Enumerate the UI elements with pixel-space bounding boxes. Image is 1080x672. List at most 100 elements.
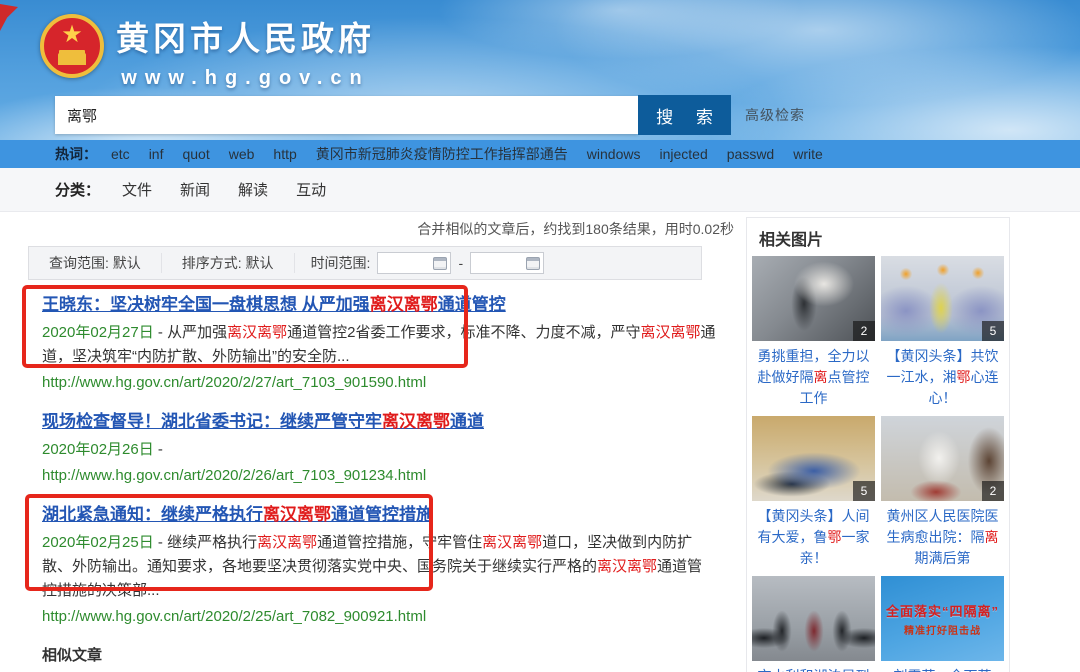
results-list: 王晓东：坚决树牢全国一盘棋思想 从严加强离汉离鄂通道管控2020年02月27日 … [28,292,736,672]
search-result: 现场检查督导！湖北省委书记：继续严管守牢离汉离鄂通道2020年02月26日 -h… [42,409,736,487]
category-link[interactable]: 新闻 [180,182,210,199]
hotword-link[interactable]: 黄冈市新冠肺炎疫情防控工作指挥部通告 [316,146,568,162]
text-segment: 湖北紧急通知：继续严格执行 [42,505,263,524]
image-count-badge: 2 [853,321,875,341]
image-count-badge: 5 [853,481,875,501]
advanced-search-link[interactable]: 高级检索 [745,105,805,125]
hotwords-bar: 热词： etcinfquotwebhttp黄冈市新冠肺炎疫情防控工作指挥部通告w… [0,140,1080,168]
text-segment: 通道管控措施 [331,505,433,524]
filter-time-range: 时间范围: - [295,252,561,274]
related-image-thumb[interactable]: 2 [752,256,875,341]
result-date: 2020年02月27日 [42,324,154,341]
national-emblem-icon [40,14,104,78]
category-links: 文件 新闻 解读 互动 [122,179,354,200]
related-images-panel: 相关图片 2勇挑重担，全力以赴做好隔离点管控工作5【黄冈头条】共饮一江水，湘鄂心… [746,217,1010,672]
hotword-link[interactable]: passwd [727,146,774,162]
highlighted-keyword: 离汉离鄂 [370,295,438,314]
search-input[interactable] [55,96,638,134]
results-column: 合并相似的文章后，约找到180条结果，用时0.02秒 查询范围: 默认 排序方式… [28,212,736,672]
text-segment: - 继续严格执行 [154,534,257,551]
filter-sort[interactable]: 排序方式: 默认 [162,253,295,273]
results-summary: 合并相似的文章后，约找到180条结果，用时0.02秒 [28,217,736,241]
highlighted-keyword: 离汉离鄂 [640,324,700,341]
image-count-badge: 2 [982,481,1004,501]
text-segment: 王晓东：坚决树牢全国一盘棋思想 从严加强 [42,295,370,314]
result-snippet: 2020年02月27日 - 从严加强离汉离鄂通道管控2省委工作要求，标准不降、力… [42,321,717,369]
filter-bar: 查询范围: 默认 排序方式: 默认 时间范围: - [28,246,702,280]
highlighted-keyword: 离汉离鄂 [263,505,331,524]
highlighted-keyword: 鄂 [828,529,842,545]
related-image-thumb[interactable]: 全面落实“四隔离” 精准打好阻击战 [881,576,1004,661]
thumb-banner-text: 全面落实“四隔离” [886,601,999,620]
result-date: 2020年02月25日 [42,534,154,551]
range-separator: - [458,255,463,271]
header-banner: 黄冈市人民政府 www.hg.gov.cn 搜 索 高级检索 热词： etcin… [0,0,1080,168]
category-link[interactable]: 互动 [296,182,326,199]
related-image-thumb[interactable] [752,576,875,661]
date-to-input[interactable] [470,252,544,274]
highlighted-keyword: 离汉离鄂 [382,412,450,431]
result-title-link[interactable]: 现场检查督导！湖北省委书记：继续严管守牢离汉离鄂通道 [42,409,702,434]
highlighted-keyword: 离汉离鄂 [257,534,317,551]
text-segment: - [154,441,163,458]
calendar-icon[interactable] [526,257,540,270]
related-image-caption[interactable]: 勇挑重担，全力以赴做好隔离点管控工作 [752,346,875,409]
related-image-item: 5【黄冈头条】共饮一江水，湘鄂心连心！ [881,256,1004,416]
related-image-caption[interactable]: 黄州区人民医院医生病愈出院：隔离期满后第 [881,506,1004,569]
result-title-link[interactable]: 王晓东：坚决树牢全国一盘棋思想 从严加强离汉离鄂通道管控 [42,292,702,317]
hotword-link[interactable]: write [793,146,823,162]
highlighted-keyword: 鄂 [957,369,971,385]
text-segment: 刘雪荣：全面落实“四隔 [882,668,992,672]
related-images-grid: 2勇挑重担，全力以赴做好隔离点管控工作5【黄冈头条】共饮一江水，湘鄂心连心！5【… [747,256,1009,672]
related-image-caption[interactable]: 刘雪荣：全面落实“四隔离”，精准打好阻 [881,666,1004,672]
site-title: 黄冈市人民政府 [116,12,375,60]
related-image-caption[interactable]: 【黄冈头条】共饮一江水，湘鄂心连心！ [881,346,1004,409]
text-segment: 通道管控措施，守牢管住 [317,534,482,551]
hotword-link[interactable]: quot [182,146,209,162]
search-button[interactable]: 搜 索 [638,95,731,135]
thumb-banner-subtext: 精准打好阻击战 [904,622,981,637]
site-url: www.hg.gov.cn [116,67,375,90]
brand-text: 黄冈市人民政府 www.hg.gov.cn [116,8,375,90]
text-segment: 通道管控2省委工作要求，标准不降、力度不减，严守 [287,324,640,341]
related-image-item: 市水利和湖泊局到集中隔离点检查疫情防控工 [752,576,875,672]
highlighted-keyword: 离汉离鄂 [597,558,657,575]
category-link[interactable]: 文件 [122,182,152,199]
highlighted-keyword: 离汉离鄂 [482,534,542,551]
related-image-item: 全面落实“四隔离” 精准打好阻击战刘雪荣：全面落实“四隔离”，精准打好阻 [881,576,1004,672]
related-image-caption[interactable]: 市水利和湖泊局到集中隔离点检查疫情防控工 [752,666,875,672]
hotword-link[interactable]: http [273,146,296,162]
search-bar: 搜 索 高级检索 [55,95,805,135]
related-image-thumb[interactable]: 2 [881,416,1004,501]
related-image-item: 2 勇挑重担，全力以赴做好隔离点管控工作 [752,256,875,416]
text-segment: 通道管控 [438,295,506,314]
hotword-link[interactable]: web [229,146,255,162]
result-url: http://www.hg.gov.cn/art/2020/2/25/art_7… [42,606,736,628]
date-from-input[interactable] [377,252,451,274]
search-result: 湖北紧急通知：继续严格执行离汉离鄂通道管控措施2020年02月25日 - 继续严… [42,502,736,628]
result-date: 2020年02月26日 [42,441,154,458]
calendar-icon[interactable] [433,257,447,270]
highlighted-keyword: 离 [985,529,999,545]
search-result: 王晓东：坚决树牢全国一盘棋思想 从严加强离汉离鄂通道管控2020年02月27日 … [42,292,736,394]
result-snippet: 2020年02月26日 - [42,438,717,462]
highlighted-keyword: 离汉离鄂 [227,324,287,341]
related-images-title: 相关图片 [747,218,1009,256]
text-segment: 现场检查督导！湖北省委书记：继续严管守牢 [42,412,382,431]
result-title-link[interactable]: 湖北紧急通知：继续严格执行离汉离鄂通道管控措施 [42,502,702,527]
category-link[interactable]: 解读 [238,182,268,199]
site-brand: 黄冈市人民政府 www.hg.gov.cn [40,8,375,90]
related-image-caption[interactable]: 【黄冈头条】人间有大爱，鲁鄂一家亲！ [752,506,875,569]
related-image-thumb[interactable]: 5 [752,416,875,501]
hotword-link[interactable]: etc [111,146,130,162]
hotword-link[interactable]: windows [587,146,641,162]
hotword-link[interactable]: inf [149,146,164,162]
text-segment: 通道 [450,412,484,431]
filter-scope[interactable]: 查询范围: 默认 [29,253,162,273]
highlighted-keyword: 离 [814,369,828,385]
text-segment: 黄州区人民医院医生病愈出院：隔 [887,508,999,545]
hotword-link[interactable]: injected [659,146,707,162]
text-segment: 期满后第 [915,550,971,566]
search-results-page: 黄冈市人民政府 www.hg.gov.cn 搜 索 高级检索 热词： etcin… [0,0,1080,672]
related-image-thumb[interactable]: 5 [881,256,1004,341]
